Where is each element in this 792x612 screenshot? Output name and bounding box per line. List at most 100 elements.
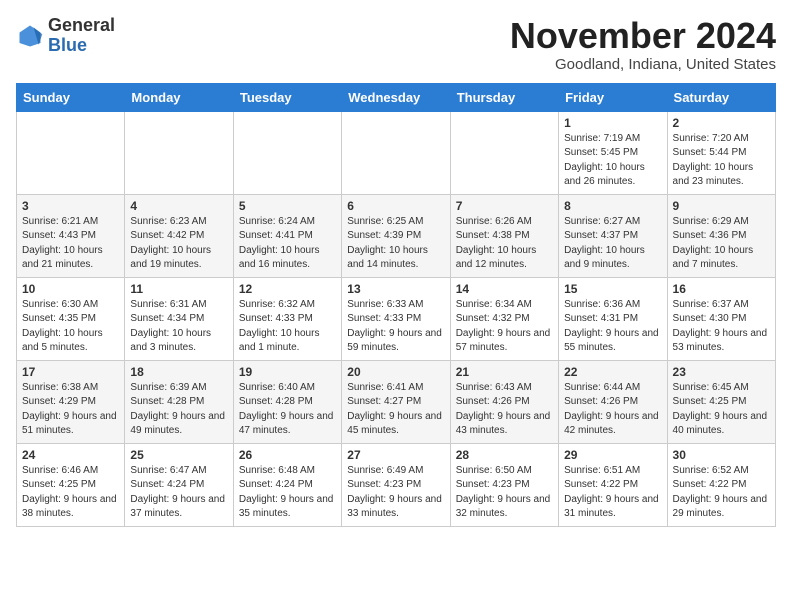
calendar-week-row: 17Sunrise: 6:38 AM Sunset: 4:29 PM Dayli… — [17, 360, 776, 443]
day-info: Sunrise: 6:52 AM Sunset: 4:22 PM Dayligh… — [673, 464, 770, 522]
calendar-cell: 22Sunrise: 6:44 AM Sunset: 4:26 PM Dayli… — [559, 360, 667, 443]
day-info: Sunrise: 6:27 AM Sunset: 4:37 PM Dayligh… — [564, 215, 661, 273]
day-info: Sunrise: 6:33 AM Sunset: 4:33 PM Dayligh… — [347, 298, 444, 356]
day-number: 2 — [673, 116, 770, 130]
calendar-cell — [450, 111, 558, 194]
calendar-cell: 18 Sunrise: 6:39 AM Sunset: 4:28 PM Dayli… — [125, 360, 233, 443]
day-info: Sunrise: 6:39 AM Sunset: 4:28 PM Dayligh… — [130, 381, 227, 439]
weekday-header: Friday — [559, 83, 667, 111]
day-info: Sunrise: 6:26 AM Sunset: 4:38 PM Dayligh… — [456, 215, 553, 273]
day-number: 24 — [22, 448, 119, 462]
day-info: Sunrise: 6:41 AM Sunset: 4:27 PM Dayligh… — [347, 381, 444, 439]
calendar-cell: 4 Sunrise: 6:23 AM Sunset: 4:42 PM Daylig… — [125, 194, 233, 277]
calendar-cell: 24Sunrise: 6:46 AM Sunset: 4:25 PM Dayli… — [17, 443, 125, 526]
calendar-cell: 25Sunrise: 6:47 AM Sunset: 4:24 PM Dayli… — [125, 443, 233, 526]
day-number: 16 — [673, 282, 770, 296]
day-info: Sunrise: 6:34 AM Sunset: 4:32 PM Dayligh… — [456, 298, 553, 356]
day-number: 28 — [456, 448, 553, 462]
location-subtitle: Goodland, Indiana, United States — [510, 56, 776, 73]
calendar-cell: 14 Sunrise: 6:34 AM Sunset: 4:32 PM Dayli… — [450, 277, 558, 360]
day-number: 4 — [130, 199, 227, 213]
day-info: Sunrise: 6:32 AM Sunset: 4:33 PM Dayligh… — [239, 298, 336, 356]
day-number: 18 — [130, 365, 227, 379]
calendar-cell: 19Sunrise: 6:40 AM Sunset: 4:28 PM Dayli… — [233, 360, 341, 443]
day-info: Sunrise: 6:29 AM Sunset: 4:36 PM Dayligh… — [673, 215, 770, 273]
day-number: 27 — [347, 448, 444, 462]
calendar-cell — [125, 111, 233, 194]
calendar-cell: 8 Sunrise: 6:27 AM Sunset: 4:37 PM Daylig… — [559, 194, 667, 277]
day-number: 15 — [564, 282, 661, 296]
day-info: Sunrise: 6:30 AM Sunset: 4:35 PM Dayligh… — [22, 298, 119, 356]
logo-text: General Blue — [48, 16, 115, 56]
calendar-week-row: 1Sunrise: 7:19 AM Sunset: 5:45 PM Daylig… — [17, 111, 776, 194]
day-number: 21 — [456, 365, 553, 379]
month-title: November 2024 — [510, 16, 776, 56]
calendar-cell: 2Sunrise: 7:20 AM Sunset: 5:44 PM Daylig… — [667, 111, 775, 194]
day-info: Sunrise: 6:21 AM Sunset: 4:43 PM Dayligh… — [22, 215, 119, 273]
title-block: November 2024 Goodland, Indiana, United … — [510, 16, 776, 73]
day-number: 11 — [130, 282, 227, 296]
page-header: General Blue November 2024 Goodland, Ind… — [16, 16, 776, 73]
weekday-header: Tuesday — [233, 83, 341, 111]
day-number: 5 — [239, 199, 336, 213]
day-info: Sunrise: 6:50 AM Sunset: 4:23 PM Dayligh… — [456, 464, 553, 522]
day-number: 3 — [22, 199, 119, 213]
logo-blue-text: Blue — [48, 36, 115, 56]
day-info: Sunrise: 6:38 AM Sunset: 4:29 PM Dayligh… — [22, 381, 119, 439]
day-number: 6 — [347, 199, 444, 213]
calendar-table: SundayMondayTuesdayWednesdayThursdayFrid… — [16, 83, 776, 527]
day-number: 23 — [673, 365, 770, 379]
logo-general-text: General — [48, 16, 115, 36]
day-info: Sunrise: 6:51 AM Sunset: 4:22 PM Dayligh… — [564, 464, 661, 522]
calendar-cell: 27Sunrise: 6:49 AM Sunset: 4:23 PM Dayli… — [342, 443, 450, 526]
day-info: Sunrise: 6:45 AM Sunset: 4:25 PM Dayligh… — [673, 381, 770, 439]
calendar-cell: 5 Sunrise: 6:24 AM Sunset: 4:41 PM Daylig… — [233, 194, 341, 277]
calendar-cell: 11 Sunrise: 6:31 AM Sunset: 4:34 PM Dayli… — [125, 277, 233, 360]
day-number: 12 — [239, 282, 336, 296]
calendar-cell — [233, 111, 341, 194]
day-number: 7 — [456, 199, 553, 213]
calendar-cell: 29 Sunrise: 6:51 AM Sunset: 4:22 PM Dayli… — [559, 443, 667, 526]
day-number: 8 — [564, 199, 661, 213]
day-info: Sunrise: 6:48 AM Sunset: 4:24 PM Dayligh… — [239, 464, 336, 522]
calendar-cell: 23 Sunrise: 6:45 AM Sunset: 4:25 PM Dayli… — [667, 360, 775, 443]
calendar-cell — [17, 111, 125, 194]
day-number: 26 — [239, 448, 336, 462]
calendar-cell: 6 Sunrise: 6:25 AM Sunset: 4:39 PM Daylig… — [342, 194, 450, 277]
weekday-header: Sunday — [17, 83, 125, 111]
day-info: Sunrise: 6:24 AM Sunset: 4:41 PM Dayligh… — [239, 215, 336, 273]
calendar-cell: 21 Sunrise: 6:43 AM Sunset: 4:26 PM Dayli… — [450, 360, 558, 443]
calendar-header-row: SundayMondayTuesdayWednesdayThursdayFrid… — [17, 83, 776, 111]
calendar-cell: 12 Sunrise: 6:32 AM Sunset: 4:33 PM Dayli… — [233, 277, 341, 360]
calendar-cell: 28 Sunrise: 6:50 AM Sunset: 4:23 PM Dayli… — [450, 443, 558, 526]
weekday-header: Thursday — [450, 83, 558, 111]
day-info: Sunrise: 6:31 AM Sunset: 4:34 PM Dayligh… — [130, 298, 227, 356]
calendar-cell: 1Sunrise: 7:19 AM Sunset: 5:45 PM Daylig… — [559, 111, 667, 194]
calendar-week-row: 24Sunrise: 6:46 AM Sunset: 4:25 PM Dayli… — [17, 443, 776, 526]
day-info: Sunrise: 6:43 AM Sunset: 4:26 PM Dayligh… — [456, 381, 553, 439]
calendar-cell: 15Sunrise: 6:36 AM Sunset: 4:31 PM Dayli… — [559, 277, 667, 360]
calendar-cell: 13Sunrise: 6:33 AM Sunset: 4:33 PM Dayli… — [342, 277, 450, 360]
calendar-cell: 16 Sunrise: 6:37 AM Sunset: 4:30 PM Dayli… — [667, 277, 775, 360]
calendar-cell: 10 Sunrise: 6:30 AM Sunset: 4:35 PM Dayli… — [17, 277, 125, 360]
day-number: 20 — [347, 365, 444, 379]
calendar-cell: 30Sunrise: 6:52 AM Sunset: 4:22 PM Dayli… — [667, 443, 775, 526]
calendar-cell: 9 Sunrise: 6:29 AM Sunset: 4:36 PM Daylig… — [667, 194, 775, 277]
day-number: 29 — [564, 448, 661, 462]
day-info: Sunrise: 6:25 AM Sunset: 4:39 PM Dayligh… — [347, 215, 444, 273]
day-number: 9 — [673, 199, 770, 213]
day-number: 10 — [22, 282, 119, 296]
weekday-header: Monday — [125, 83, 233, 111]
calendar-week-row: 10 Sunrise: 6:30 AM Sunset: 4:35 PM Dayli… — [17, 277, 776, 360]
logo-icon — [16, 22, 44, 50]
day-info: Sunrise: 6:23 AM Sunset: 4:42 PM Dayligh… — [130, 215, 227, 273]
day-number: 14 — [456, 282, 553, 296]
calendar-cell: 26 Sunrise: 6:48 AM Sunset: 4:24 PM Dayli… — [233, 443, 341, 526]
calendar-cell — [342, 111, 450, 194]
calendar-cell: 17Sunrise: 6:38 AM Sunset: 4:29 PM Dayli… — [17, 360, 125, 443]
day-number: 1 — [564, 116, 661, 130]
day-info: Sunrise: 6:37 AM Sunset: 4:30 PM Dayligh… — [673, 298, 770, 356]
day-info: Sunrise: 6:40 AM Sunset: 4:28 PM Dayligh… — [239, 381, 336, 439]
day-number: 22 — [564, 365, 661, 379]
day-number: 25 — [130, 448, 227, 462]
